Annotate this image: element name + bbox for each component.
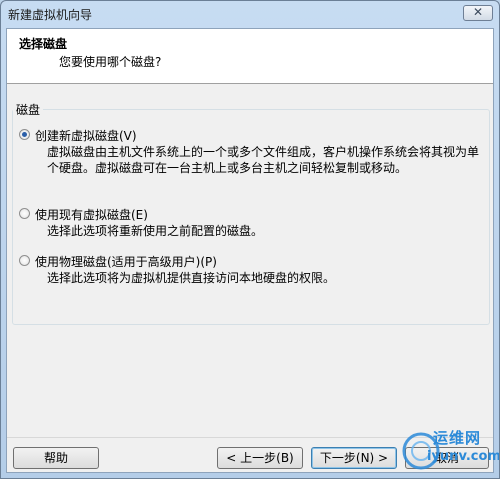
- close-icon: ✕: [472, 5, 484, 19]
- watermark-text: 运维网: [433, 429, 482, 447]
- disk-group-legend: 磁盘: [13, 101, 44, 118]
- option-label[interactable]: 使用物理磁盘(适用于高级用户)(P): [35, 253, 217, 270]
- watermark-url: iyunv.com: [427, 449, 500, 464]
- wizard-client-area: 选择磁盘 您要使用哪个磁盘? 磁盘 创建新虚拟磁盘(V) 虚拟磁盘由主机文件系统…: [6, 28, 494, 473]
- watermark-logo: 运维网 iyunv.com: [399, 425, 499, 471]
- radio-use-physical-disk[interactable]: [19, 255, 30, 266]
- help-button[interactable]: 帮助: [13, 447, 99, 469]
- title-bar[interactable]: 新建虚拟机向导 ✕: [1, 1, 499, 27]
- option-description: 选择此选项将为虚拟机提供直接访问本地硬盘的权限。: [47, 271, 336, 285]
- option-label[interactable]: 使用现有虚拟磁盘(E): [35, 206, 148, 223]
- next-button[interactable]: 下一步(N) >: [311, 447, 397, 469]
- option-description: 选择此选项将重新使用之前配置的磁盘。: [47, 224, 264, 238]
- radio-use-existing-disk[interactable]: [19, 208, 30, 219]
- option-label[interactable]: 创建新虚拟磁盘(V): [35, 127, 137, 144]
- page-subtitle: 您要使用哪个磁盘?: [59, 55, 162, 69]
- back-button[interactable]: < 上一步(B): [217, 447, 303, 469]
- option-description: 虚拟磁盘由主机文件系统上的一个或多个文件组成，客户机操作系统会将其视为单个硬盘。…: [47, 145, 480, 175]
- new-vm-wizard-window: 新建虚拟机向导 ✕ 选择磁盘 您要使用哪个磁盘? 磁盘 创建新虚拟磁盘(V) 虚…: [0, 0, 500, 479]
- radio-create-new-disk[interactable]: [19, 129, 30, 140]
- wizard-header: 选择磁盘 您要使用哪个磁盘?: [7, 29, 493, 84]
- close-button[interactable]: ✕: [463, 5, 493, 21]
- window-title: 新建虚拟机向导: [8, 8, 93, 22]
- page-title: 选择磁盘: [19, 37, 68, 51]
